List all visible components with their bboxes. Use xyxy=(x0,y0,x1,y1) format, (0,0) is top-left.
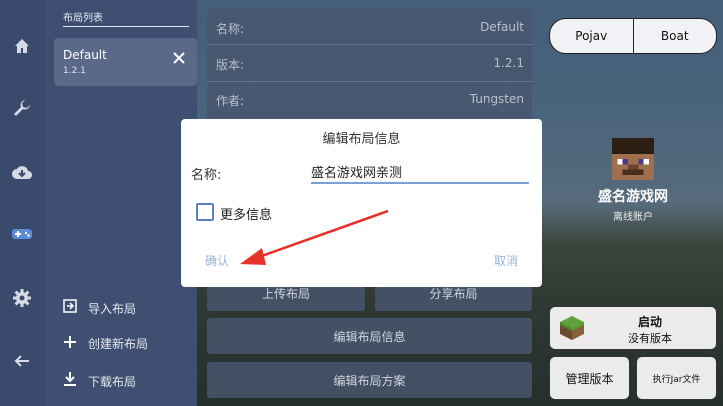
annotation-arrow xyxy=(240,209,389,265)
